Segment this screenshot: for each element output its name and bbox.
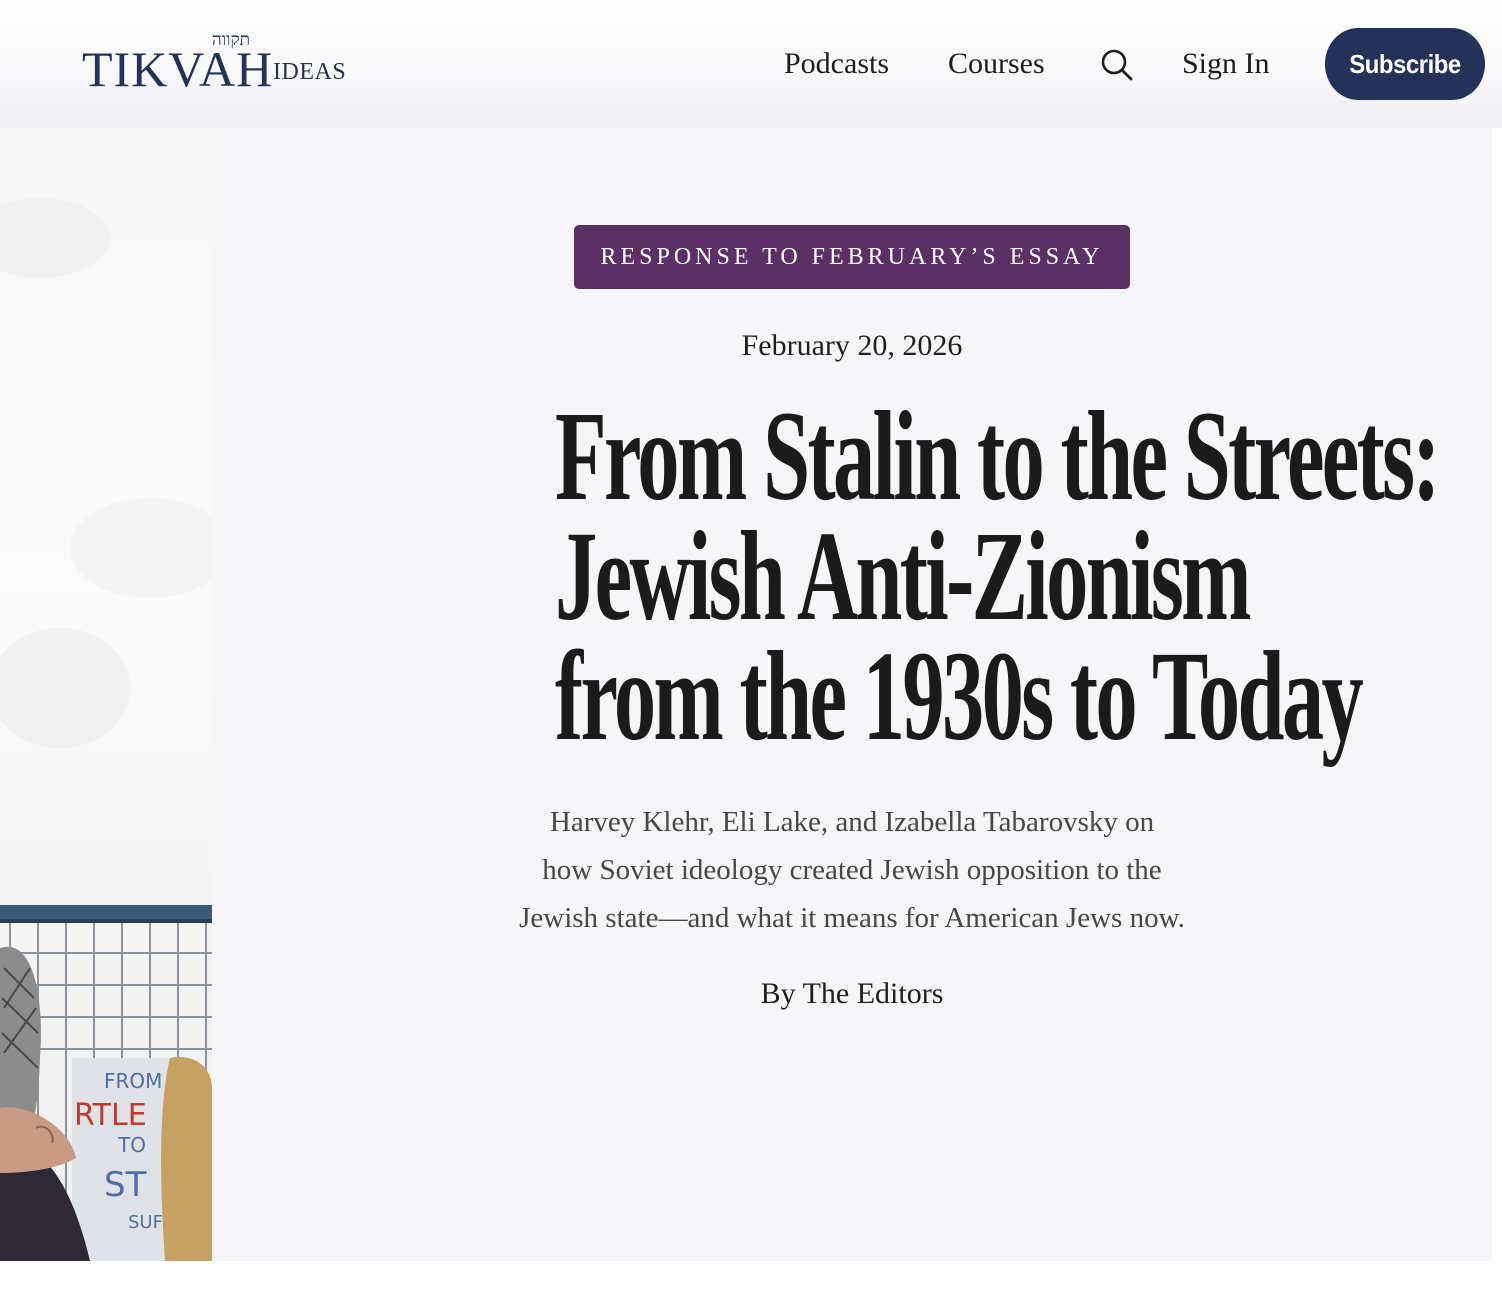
search-icon (1101, 49, 1133, 81)
sign-text-line: TO (117, 1133, 146, 1157)
article-byline: By The Editors (760, 977, 944, 1010)
deck-line: Harvey Klehr, Eli Lake, and Izabella Tab… (549, 806, 1155, 838)
deck-line: how Soviet ideology created Jewish oppos… (542, 854, 1162, 886)
sign-text-line: SUF (128, 1212, 163, 1233)
logo-ideas-text: IDEAS (273, 59, 347, 85)
article-date: February 20, 2026 (741, 329, 963, 362)
headline-line: Jewish Anti-Zionism (555, 505, 1252, 647)
nav-courses-link[interactable]: Courses (948, 46, 1045, 82)
logo-wordmark: TIKVAH (82, 41, 274, 97)
page-edge (1492, 128, 1502, 1261)
article-headline: From Stalin to the Streets: Jewish Anti-… (402, 385, 1441, 767)
sign-text-line: ST (104, 1165, 147, 1205)
sign-in-link[interactable]: Sign In (1182, 46, 1270, 82)
hero-photo: FROM RTLE TO ST SUF (0, 128, 212, 1261)
site-header: תקווה TIKVAH IDEAS Podcasts Courses Sign… (0, 0, 1502, 128)
tikvah-ideas-logo[interactable]: תקווה TIKVAH IDEAS (82, 30, 352, 100)
article-deck: Harvey Klehr, Eli Lake, and Izabella Tab… (472, 798, 1232, 942)
sign-text-line: RTLE (74, 1098, 147, 1133)
deck-line: Jewish state—and what it means for Ameri… (519, 902, 1185, 934)
protest-photo-illustration: FROM RTLE TO ST SUF (0, 198, 212, 1261)
search-button[interactable] (1100, 48, 1134, 82)
response-tag-badge[interactable]: RESPONSE TO FEBRUARY’S ESSAY (574, 225, 1130, 289)
headline-line: from the 1930s to Today (555, 625, 1364, 767)
article-hero: RESPONSE TO FEBRUARY’S ESSAY February 20… (212, 128, 1492, 1261)
sign-text-line: FROM (104, 1069, 162, 1093)
headline-line: From Stalin to the Streets: (555, 385, 1441, 527)
subscribe-button[interactable]: Subscribe (1324, 28, 1486, 100)
nav-podcasts-link[interactable]: Podcasts (784, 46, 889, 82)
